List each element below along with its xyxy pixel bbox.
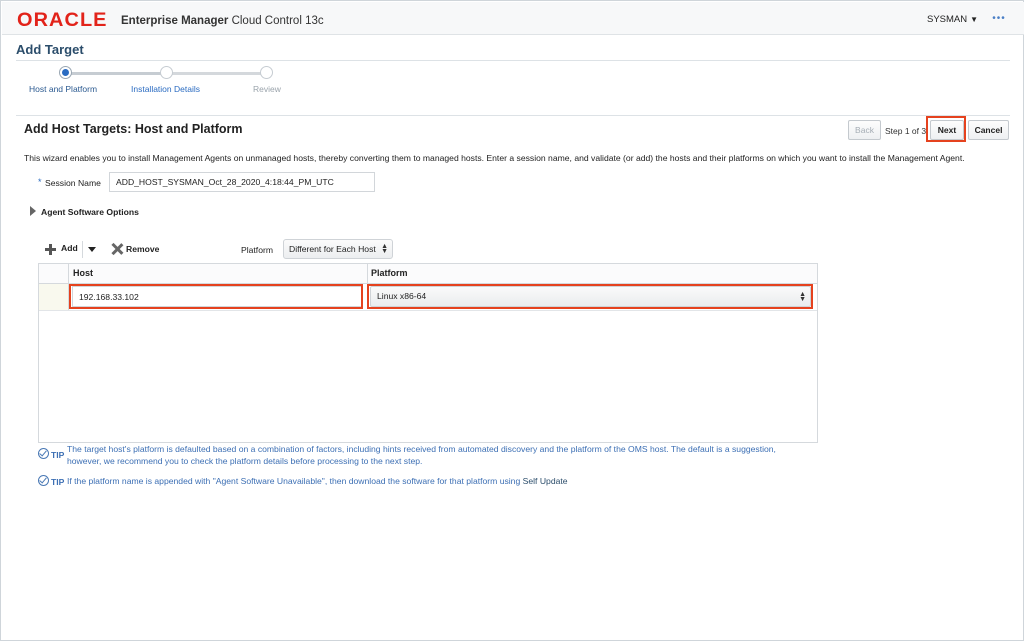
product-name: Enterprise Manager Cloud Control 13c	[121, 15, 324, 27]
column-header-platform[interactable]: Platform	[371, 268, 408, 278]
step-label-review: Review	[253, 84, 281, 94]
add-menu-dropdown-icon[interactable]	[88, 247, 96, 252]
tip-check-icon	[38, 448, 49, 459]
select-arrows-icon: ▲ ▼	[381, 243, 388, 255]
platform-select-highlight	[367, 284, 813, 309]
remove-icon[interactable]	[111, 243, 123, 255]
cancel-button[interactable]: Cancel	[968, 120, 1009, 140]
add-button[interactable]: Add	[61, 243, 78, 253]
disclosure-triangle-icon[interactable]	[30, 206, 36, 216]
more-options-icon[interactable]: •••	[989, 14, 1009, 25]
toolbar-separator	[82, 241, 83, 258]
train-connector	[167, 72, 261, 75]
tip-text-1: The target host's platform is defaulted …	[67, 443, 776, 467]
top-header: ORACLE Enterprise Manager Cloud Control …	[2, 2, 1024, 35]
product-name-bold: Enterprise Manager	[121, 15, 229, 27]
next-button-highlight	[926, 116, 966, 142]
session-name-label: Session Name	[45, 178, 101, 188]
train-connector	[65, 72, 161, 75]
divider	[16, 60, 1010, 61]
tip-text-2-body: If the platform name is appended with "A…	[67, 476, 521, 486]
plus-icon[interactable]	[45, 244, 56, 255]
platform-mode-value: Different for Each Host	[289, 244, 376, 254]
section-title: Add Host Targets: Host and Platform	[24, 122, 243, 136]
user-name: SYSMAN	[927, 14, 968, 25]
window-frame: ORACLE Enterprise Manager Cloud Control …	[0, 0, 1024, 641]
column-divider	[367, 264, 368, 284]
train-stop-host-platform[interactable]	[59, 66, 72, 79]
host-input-highlight	[69, 284, 363, 309]
platform-mode-select[interactable]: Different for Each Host ▲ ▼	[283, 239, 393, 259]
column-header-host[interactable]: Host	[73, 268, 93, 278]
agent-software-options-toggle[interactable]: Agent Software Options	[41, 207, 139, 217]
tip-text-1-line1: The target host's platform is defaulted …	[67, 444, 776, 454]
required-indicator: *	[38, 177, 42, 187]
wizard-train: Host and Platform Installation Details R…	[21, 64, 301, 100]
step-indicator: Step 1 of 3	[885, 126, 927, 136]
tip-text-1-line2: however, we recommend you to check the p…	[67, 456, 423, 466]
self-update-link[interactable]: Self Update	[523, 476, 568, 486]
table-gutter-header	[39, 264, 69, 284]
step-label-host-platform: Host and Platform	[29, 84, 98, 94]
tip-check-icon	[38, 475, 49, 486]
train-stop-review	[260, 66, 273, 79]
back-button[interactable]: Back	[848, 120, 881, 140]
product-name-rest: Cloud Control 13c	[228, 15, 324, 27]
platform-mode-label: Platform	[241, 245, 273, 255]
oracle-logo[interactable]: ORACLE	[17, 10, 108, 32]
step-label-installation-details[interactable]: Installation Details	[131, 84, 200, 94]
intro-text: This wizard enables you to install Manag…	[24, 153, 965, 163]
train-stop-installation-details[interactable]	[160, 66, 173, 79]
session-name-input[interactable]	[109, 172, 375, 192]
table-header-row: Host Platform	[39, 264, 817, 284]
user-menu[interactable]: SYSMAN ▼	[927, 14, 978, 25]
tip-label: TIP	[51, 450, 65, 460]
row-selector[interactable]	[39, 284, 69, 310]
tip-label: TIP	[51, 477, 65, 487]
chevron-down-icon: ▼	[970, 15, 979, 24]
tip-text-2: If the platform name is appended with "A…	[67, 475, 568, 487]
page-title: Add Target	[16, 42, 84, 57]
remove-button[interactable]: Remove	[126, 244, 159, 254]
divider	[16, 115, 1010, 116]
